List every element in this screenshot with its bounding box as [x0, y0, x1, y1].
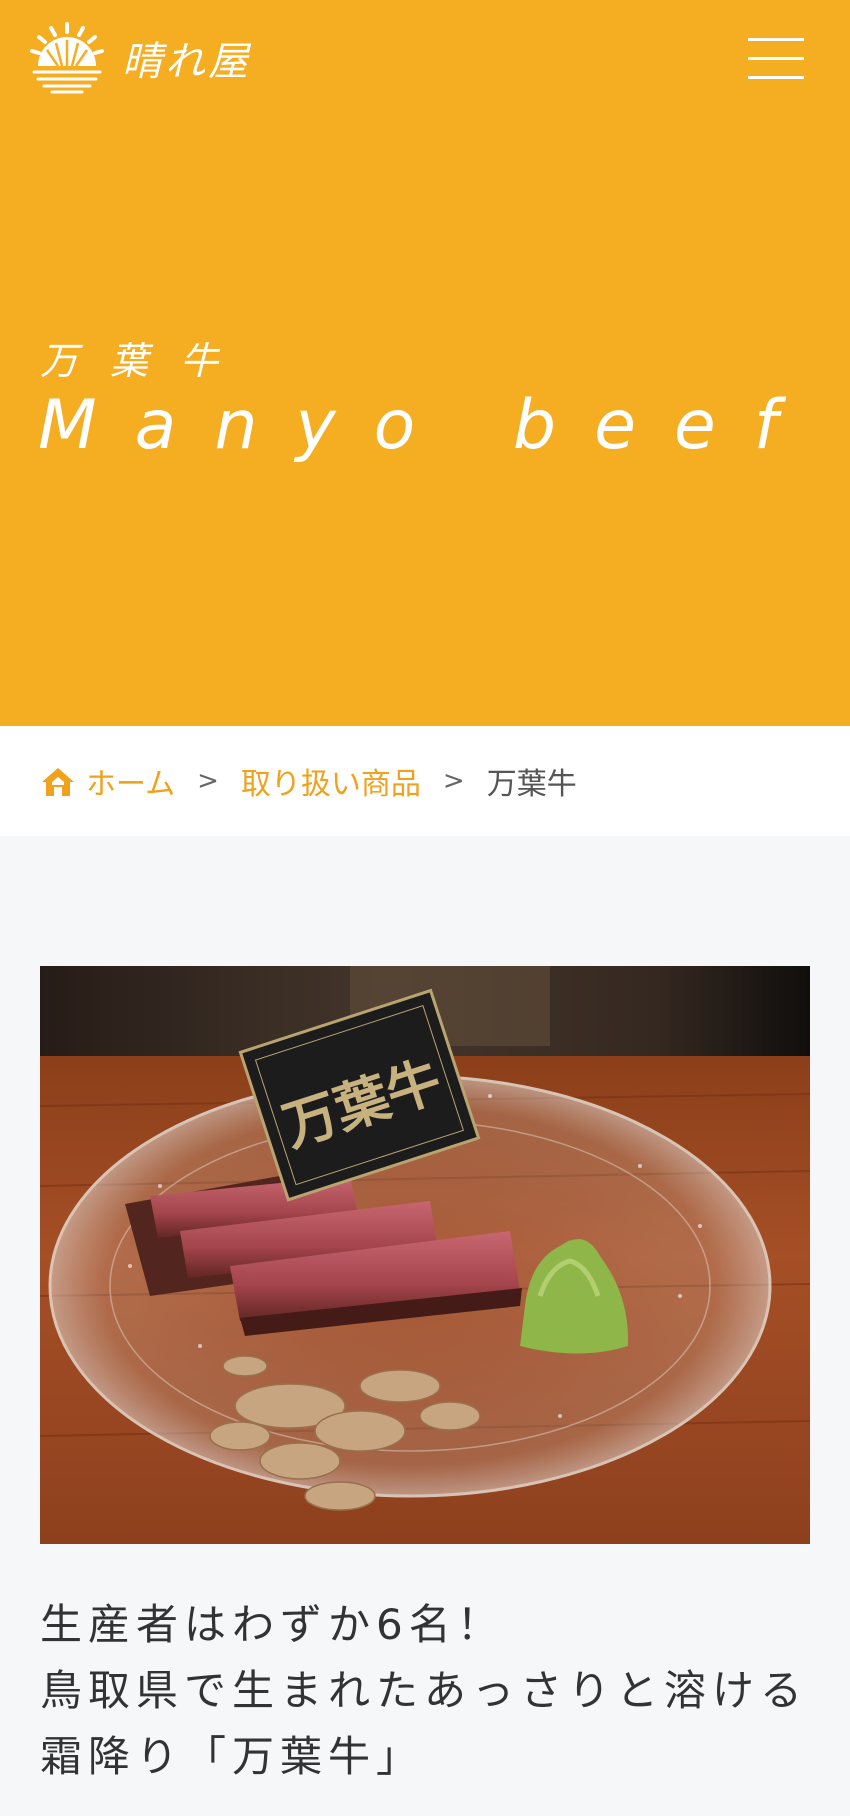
breadcrumb-category-link[interactable]: 取り扱い商品 [241, 759, 421, 803]
steak-plate-image: 万葉牛 [40, 966, 810, 1544]
logo-text: 晴れ屋 [122, 39, 251, 85]
hero-title-en: Manyo beef [38, 386, 816, 465]
hamburger-icon-bar-bottom [748, 76, 804, 79]
breadcrumb-separator: > [442, 766, 465, 796]
breadcrumb: ホーム > 取り扱い商品 > 万葉牛 [0, 726, 850, 836]
intro-line-2: 鳥取県で生まれたあっさりと溶ける [40, 1666, 809, 1715]
intro-line-3: 霜降り「万葉牛」 [40, 1732, 425, 1781]
breadcrumb-separator: > [197, 766, 219, 796]
hamburger-icon-bar-top [748, 38, 804, 41]
intro-line-1: 生産者はわずか6名！ [40, 1600, 505, 1649]
breadcrumb-current: 万葉牛 [486, 767, 577, 802]
rising-sun-icon [30, 22, 104, 94]
hero-title-jp: 万葉牛 [40, 339, 251, 383]
breadcrumb-home-label: ホーム [86, 767, 176, 802]
product-photo: 万葉牛 [40, 966, 810, 1544]
hamburger-menu-button[interactable] [744, 34, 808, 84]
site-logo[interactable]: 晴れ屋 [30, 22, 251, 94]
breadcrumb-home-link[interactable]: ホーム [40, 759, 175, 803]
hamburger-icon-bar-middle [748, 57, 804, 60]
home-icon [42, 768, 74, 796]
intro-heading: 生産者はわずか6名！ 鳥取県で生まれたあっさりと溶ける 霜降り「万葉牛」 [40, 1592, 820, 1790]
hero-banner: 晴れ屋 万葉牛 Manyo beef [0, 0, 850, 726]
